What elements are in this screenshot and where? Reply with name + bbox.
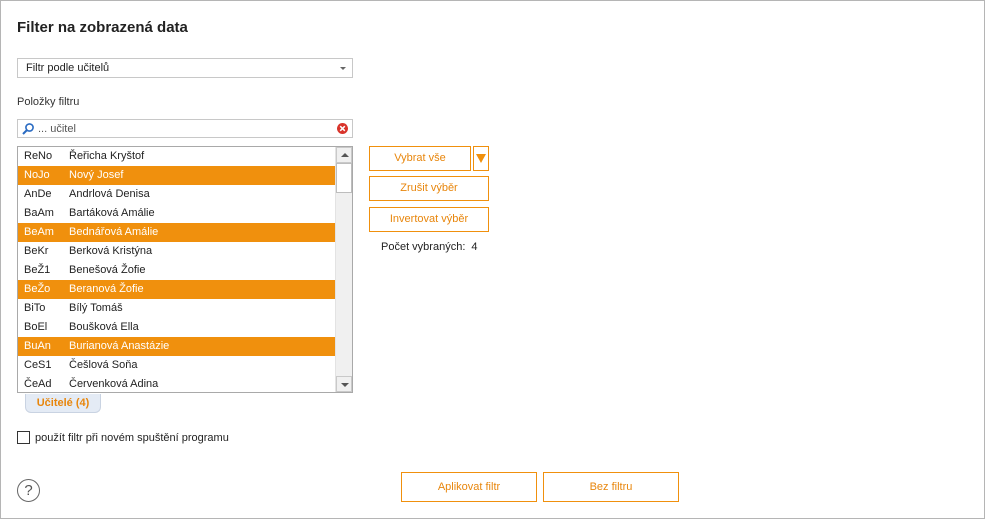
use-on-startup-checkbox[interactable] xyxy=(17,431,30,444)
selected-count-value: 4 xyxy=(471,241,478,253)
scroll-down-button[interactable] xyxy=(336,376,352,392)
teacher-name: Andrlová Denisa xyxy=(69,188,150,200)
chevron-down-icon xyxy=(340,67,346,70)
teacher-name: Burianová Anastázie xyxy=(69,340,170,352)
dialog-title: Filter na zobrazená data xyxy=(17,19,188,36)
filter-dialog: Filter na zobrazená data Filtr podle uči… xyxy=(0,0,985,519)
teacher-name: Řeřicha Kryštof xyxy=(69,150,145,162)
list-item[interactable]: ČeAd Červenková Adina xyxy=(18,375,335,392)
list-item[interactable]: BeŽ1 Benešová Žofie xyxy=(18,261,335,280)
cancel-selection-button[interactable]: Zrušit výběr xyxy=(369,176,489,201)
filter-items-label: Položky filtru xyxy=(17,96,80,108)
teacher-name: Nový Josef xyxy=(69,169,124,181)
list-item[interactable]: BeŽo Beranová Žofie xyxy=(18,280,335,299)
selected-count-label: Počet vybraných: xyxy=(381,241,466,253)
teacher-name: Boušková Ella xyxy=(69,321,139,333)
teacher-name: Beranová Žofie xyxy=(69,283,144,295)
invert-selection-button[interactable]: Invertovat výběr xyxy=(369,207,489,232)
list-item[interactable]: BaAm Bartáková Amálie xyxy=(18,204,335,223)
teacher-name: Bílý Tomáš xyxy=(69,302,123,314)
vertical-scrollbar[interactable] xyxy=(335,147,352,392)
teacher-code: BeŽ1 xyxy=(24,264,51,276)
filter-mode-selected: Filtr podle učitelů xyxy=(26,62,110,74)
teacher-code: BoEl xyxy=(24,321,48,333)
scroll-up-button[interactable] xyxy=(336,147,352,163)
apply-filter-button[interactable]: Aplikovat filtr xyxy=(401,472,537,502)
list-item[interactable]: CeS1 Češlová Soňa xyxy=(18,356,335,375)
list-item[interactable]: BiTo Bílý Tomáš xyxy=(18,299,335,318)
teacher-name: Benešová Žofie xyxy=(69,264,146,276)
list-item[interactable]: BoEl Boušková Ella xyxy=(18,318,335,337)
use-on-startup-option: použít filtr při novém spuštění programu xyxy=(17,431,229,444)
list-item[interactable]: ReNo Řeřicha Kryštof xyxy=(18,147,335,166)
no-filter-button[interactable]: Bez filtru xyxy=(543,472,679,502)
teacher-name: Češlová Soňa xyxy=(69,359,138,371)
teacher-rows: ReNo Řeřicha Kryštof NoJo Nový Josef AnDe And… xyxy=(18,147,335,392)
teacher-code: ČeAd xyxy=(24,378,52,390)
teacher-name: Berková Kristýna xyxy=(69,245,153,257)
clear-icon[interactable] xyxy=(337,123,348,134)
teacher-code: BeŽo xyxy=(24,283,51,295)
select-all-button[interactable]: Vybrat vše xyxy=(369,146,471,171)
search-input[interactable] xyxy=(38,121,328,136)
teacher-name: Bartáková Amálie xyxy=(69,207,155,219)
teacher-name: Bednářová Amálie xyxy=(69,226,159,238)
teacher-code: BeKr xyxy=(24,245,49,257)
teacher-list[interactable]: ReNo Řeřicha Kryštof NoJo Nový Josef AnDe And… xyxy=(17,146,353,393)
teacher-code: BuAn xyxy=(24,340,51,352)
filter-mode-dropdown[interactable]: Filtr podle učitelů xyxy=(17,58,353,78)
scrollbar-thumb[interactable] xyxy=(336,163,352,193)
teacher-code: BeAm xyxy=(24,226,54,238)
list-item[interactable]: BeKr Berková Kristýna xyxy=(18,242,335,261)
teacher-code: ReNo xyxy=(24,150,53,162)
chevron-down-icon xyxy=(341,383,349,387)
teacher-code: CeS1 xyxy=(24,359,52,371)
teacher-code: NoJo xyxy=(24,169,50,181)
search-box xyxy=(17,119,353,138)
teacher-name: Červenková Adina xyxy=(69,378,159,390)
teacher-code: BaAm xyxy=(24,207,54,219)
selected-count: Počet vybraných: 4 xyxy=(381,241,478,253)
list-item[interactable]: NoJo Nový Josef xyxy=(18,166,335,185)
list-item[interactable]: AnDe Andrlová Denisa xyxy=(18,185,335,204)
select-options-dropdown-button[interactable] xyxy=(473,146,489,171)
list-item[interactable]: BuAn Burianová Anastázie xyxy=(18,337,335,356)
teacher-code: AnDe xyxy=(24,188,52,200)
use-on-startup-label: použít filtr při novém spuštění programu xyxy=(35,431,229,444)
chevron-up-icon xyxy=(341,153,349,157)
caret-down-icon xyxy=(476,154,486,163)
teacher-code: BiTo xyxy=(24,302,46,314)
help-icon[interactable]: ? xyxy=(17,479,40,502)
tab-teachers[interactable]: Učitelé (4) xyxy=(25,394,101,413)
search-icon xyxy=(21,122,35,136)
list-item[interactable]: BeAm Bednářová Amálie xyxy=(18,223,335,242)
